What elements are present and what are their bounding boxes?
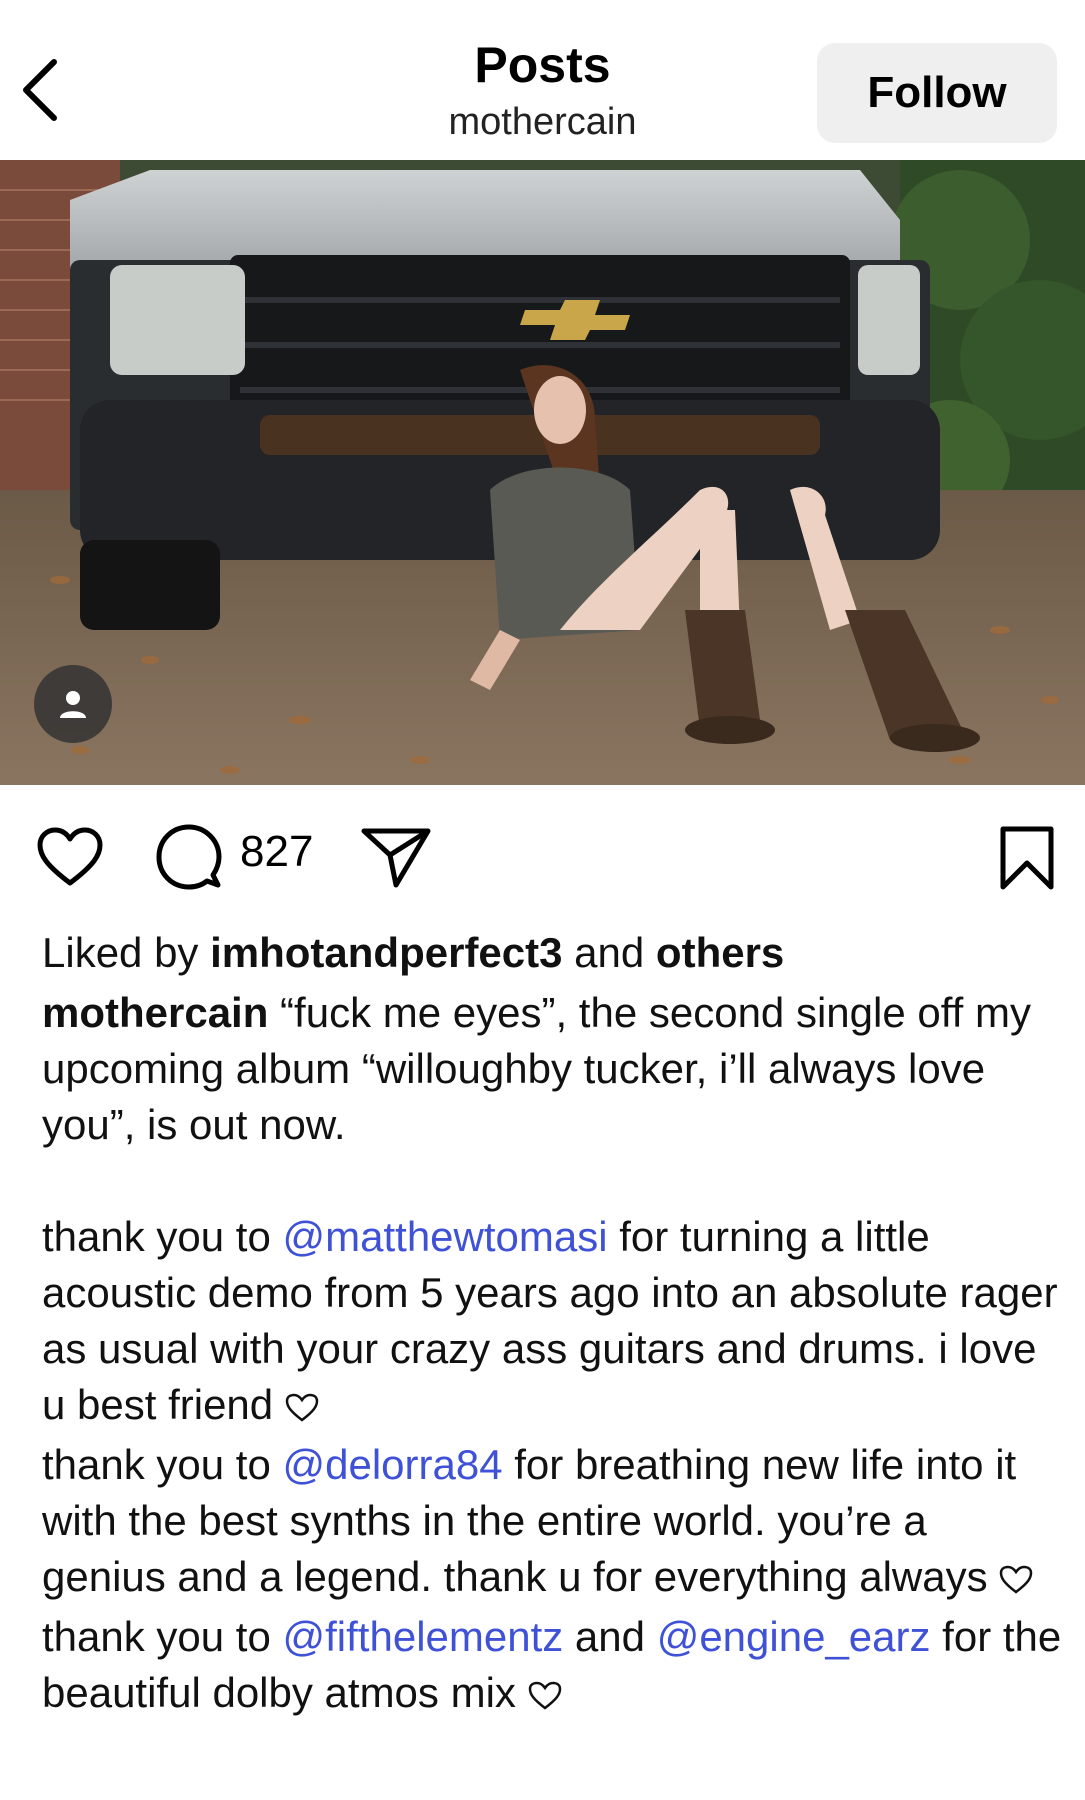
thanks-1-prefix: thank you to bbox=[42, 1213, 283, 1260]
small-heart-icon bbox=[999, 1553, 1033, 1609]
thanks-3-and: and bbox=[563, 1613, 657, 1660]
liked-by-and: and bbox=[562, 929, 656, 976]
caption-thanks-1: thank you to @matthewtomasi for turning … bbox=[42, 1209, 1062, 1437]
share-button[interactable] bbox=[360, 825, 432, 894]
like-button[interactable] bbox=[36, 827, 104, 892]
liked-by-prefix: Liked by bbox=[42, 929, 211, 976]
thanks-3-prefix: thank you to bbox=[42, 1613, 283, 1660]
top-bar: Posts mothercain Follow bbox=[0, 0, 1085, 160]
mention-link-delorra84[interactable]: @delorra84 bbox=[283, 1441, 503, 1488]
post-photo[interactable] bbox=[0, 160, 1085, 785]
mention-link-matthewtomasi[interactable]: @matthewtomasi bbox=[283, 1213, 608, 1260]
follow-button[interactable]: Follow bbox=[817, 43, 1057, 143]
bookmark-icon bbox=[1000, 826, 1054, 890]
liked-by-others-link[interactable]: others bbox=[656, 929, 784, 976]
post-caption: Liked by imhotandperfect3 and others mot… bbox=[42, 925, 1062, 1725]
caption-author-link[interactable]: mothercain bbox=[42, 989, 268, 1036]
post-image bbox=[0, 160, 1085, 785]
comment-bubble-icon bbox=[156, 824, 222, 890]
save-button[interactable] bbox=[997, 825, 1057, 896]
comment-button[interactable] bbox=[155, 823, 223, 896]
thanks-2-prefix: thank you to bbox=[42, 1441, 283, 1488]
mention-link-fifthelementz[interactable]: @fifthelementz bbox=[283, 1613, 564, 1660]
caption-thanks-2: thank you to @delorra84 for breathing ne… bbox=[42, 1437, 1062, 1609]
paper-plane-icon bbox=[361, 828, 431, 888]
comment-count: 827 bbox=[240, 827, 314, 876]
user-tag-icon bbox=[60, 691, 86, 718]
heart-icon bbox=[37, 827, 103, 886]
small-heart-icon bbox=[285, 1381, 319, 1437]
caption-thanks-3: thank you to @fifthelementz and @engine_… bbox=[42, 1609, 1062, 1725]
tagged-users-button[interactable] bbox=[34, 665, 112, 743]
caption-intro-paragraph: mothercain “fuck me eyes”, the second si… bbox=[42, 985, 1062, 1153]
liked-by-user-link[interactable]: imhotandperfect3 bbox=[210, 929, 562, 976]
small-heart-icon bbox=[528, 1669, 562, 1725]
post-action-bar: 827 bbox=[0, 785, 1085, 915]
mention-link-engine-earz[interactable]: @engine_earz bbox=[657, 1613, 931, 1660]
liked-by-line: Liked by imhotandperfect3 and others bbox=[42, 925, 1062, 981]
